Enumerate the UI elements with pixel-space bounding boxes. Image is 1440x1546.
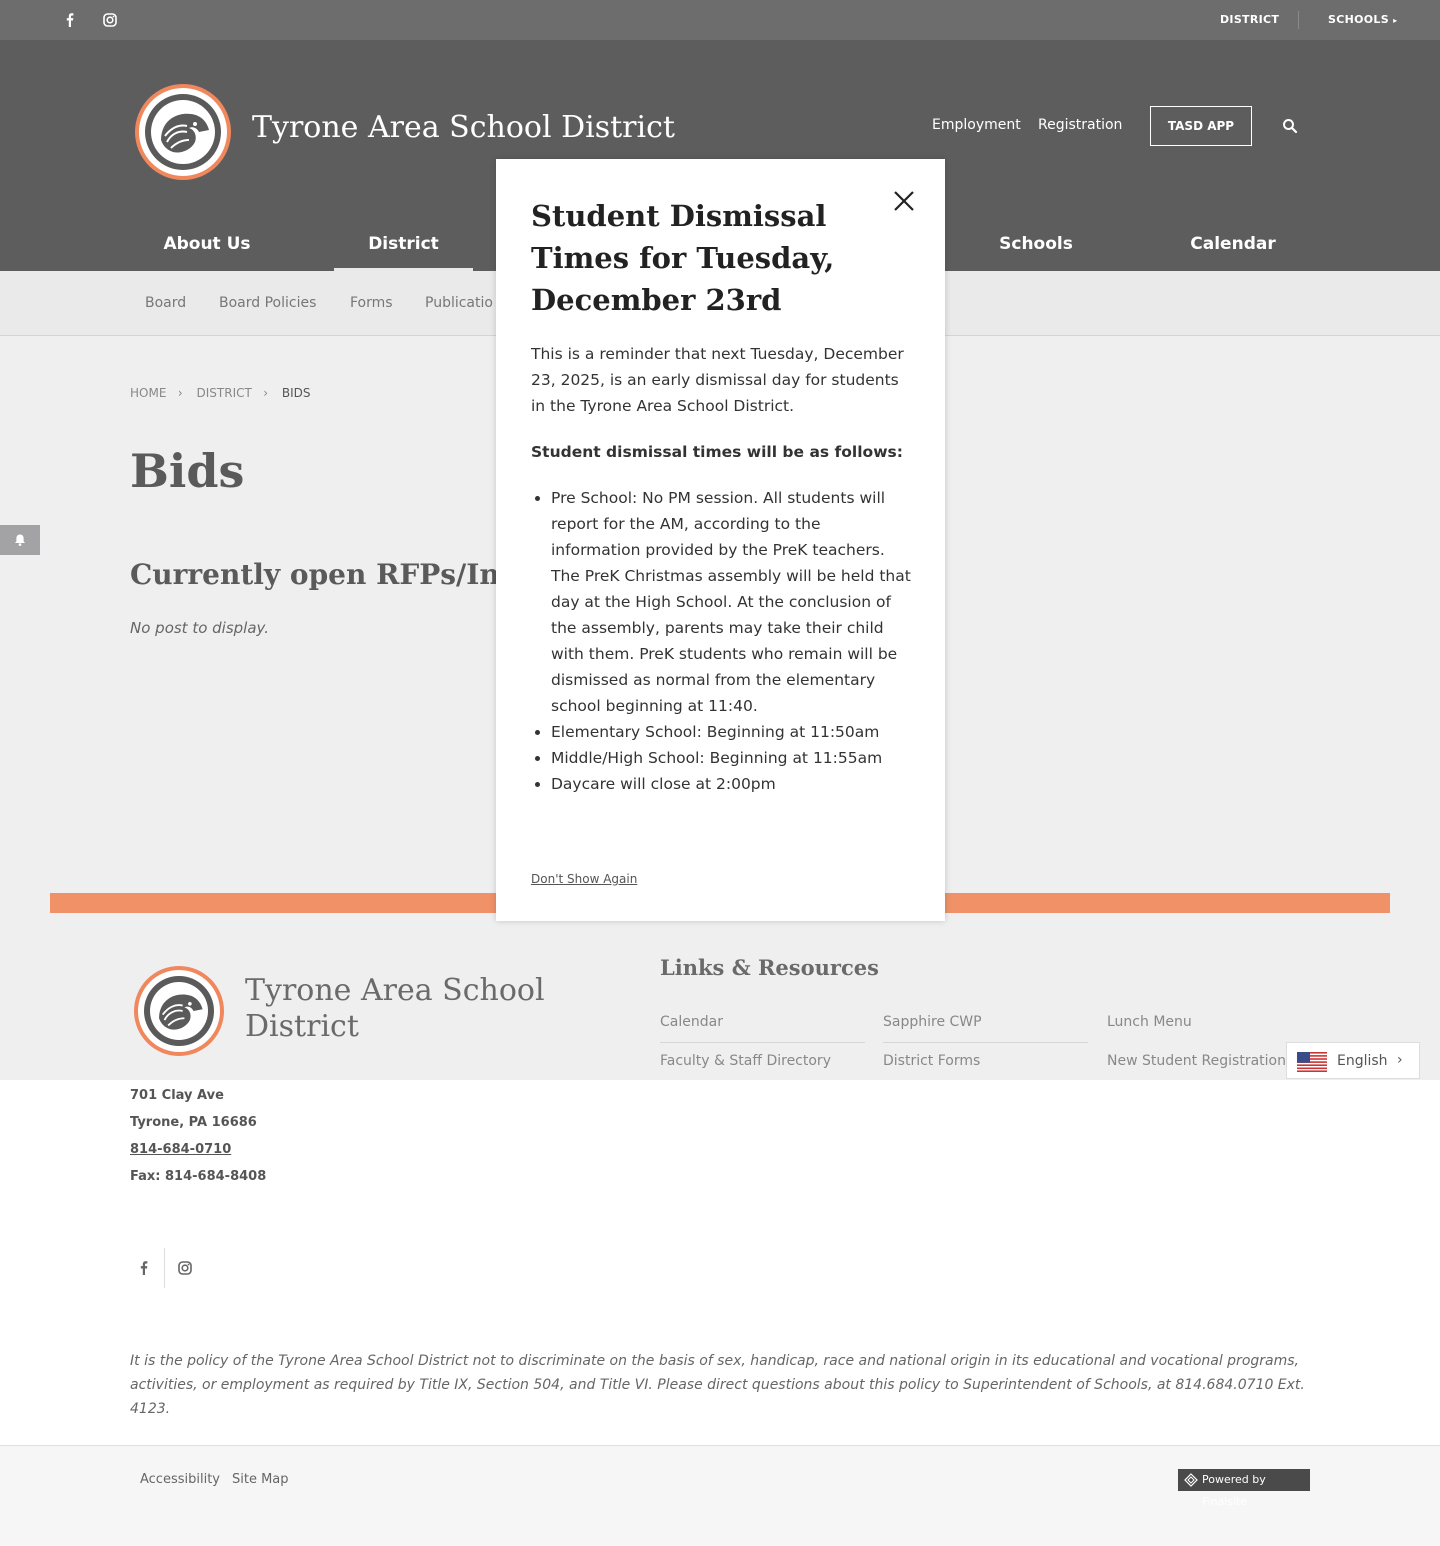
page-title: Bids [130, 444, 245, 498]
list-item: Pre School: No PM session. All students … [551, 485, 911, 719]
us-flag-icon [1297, 1052, 1327, 1072]
instagram-icon[interactable] [100, 10, 120, 30]
links-resources-heading: Links & Resources [660, 955, 879, 980]
utility-bar: DISTRICT SCHOOLS ▸ [0, 0, 1440, 40]
utility-schools-link[interactable]: SCHOOLS ▸ [1328, 13, 1397, 26]
modal-subheading: Student dismissal times will be as follo… [531, 443, 903, 461]
list-item: Middle/High School: Beginning at 11:55am [551, 745, 911, 771]
powered-by-finalsite-badge[interactable]: Powered by Finalsite [1178, 1469, 1310, 1508]
fax-number: Fax: 814-684-8408 [130, 1169, 267, 1184]
modal-intro: This is a reminder that next Tuesday, De… [531, 345, 904, 415]
footer-facebook-icon[interactable] [134, 1258, 154, 1278]
modal-body: This is a reminder that next Tuesday, De… [531, 341, 911, 797]
dismissal-alert-modal: Student Dismissal Times for Tuesday, Dec… [496, 159, 945, 921]
list-item: Elementary School: Beginning at 11:50am [551, 719, 911, 745]
utility-district-link[interactable]: DISTRICT [1220, 13, 1279, 26]
breadcrumb: HOME › DISTRICT › BIDS [130, 386, 319, 400]
empty-state-text: No post to display. [130, 619, 270, 637]
facebook-icon[interactable] [60, 10, 80, 30]
list-item: Daycare will close at 2:00pm [551, 771, 911, 797]
search-icon[interactable] [1282, 118, 1298, 134]
site-map-link[interactable]: Site Map [232, 1472, 289, 1487]
footer-link-lunch-menu[interactable]: Lunch Menu [1107, 1014, 1312, 1042]
footer-instagram-icon[interactable] [175, 1258, 195, 1278]
breadcrumb-district[interactable]: DISTRICT [197, 386, 252, 400]
tasd-app-button[interactable]: TASD APP [1150, 106, 1252, 146]
utility-divider [1298, 11, 1299, 29]
site-title[interactable]: Tyrone Area School District [252, 110, 675, 145]
employment-link[interactable]: Employment [932, 117, 1021, 133]
section-title: Currently open RFPs/Invi [130, 558, 527, 591]
footer-link-district-forms[interactable]: District Forms [883, 1053, 1088, 1081]
subnav-forms[interactable]: Forms [350, 295, 393, 311]
chevron-right-icon: › [1397, 1052, 1403, 1068]
phone-link[interactable]: 814-684-0710 [130, 1142, 231, 1157]
nav-district[interactable]: District [334, 224, 473, 271]
address-city: Tyrone, PA 16686 [130, 1115, 257, 1130]
registration-link[interactable]: Registration [1038, 117, 1122, 133]
dont-show-again-link[interactable]: Don't Show Again [531, 872, 637, 886]
schools-label: SCHOOLS [1328, 13, 1389, 26]
language-label: English [1337, 1053, 1388, 1069]
footer-link-directory[interactable]: Faculty & Staff Directory [660, 1053, 865, 1081]
footer-link-calendar[interactable]: Calendar [660, 1014, 865, 1043]
nav-schools[interactable]: Schools [966, 224, 1106, 271]
breadcrumb-home[interactable]: HOME [130, 386, 166, 400]
language-selector[interactable]: English › [1286, 1042, 1420, 1079]
bell-icon [13, 532, 27, 547]
breadcrumb-current: BIDS [281, 386, 311, 400]
finalsite-logo-icon [1184, 1473, 1198, 1487]
address-street: 701 Clay Ave [130, 1088, 224, 1103]
close-icon[interactable] [892, 189, 916, 213]
chevron-right-icon: › [255, 386, 269, 400]
nav-about-us[interactable]: About Us [137, 224, 277, 271]
notification-bell-button[interactable] [0, 525, 40, 555]
footer-site-title[interactable]: Tyrone Area School District [245, 973, 565, 1045]
subnav-board[interactable]: Board [145, 295, 186, 311]
footer-eagle-logo[interactable] [134, 966, 224, 1056]
subnav-publications[interactable]: Publicatio [425, 295, 493, 311]
footer-link-sapphire[interactable]: Sapphire CWP [883, 1014, 1088, 1043]
eagle-logo[interactable] [135, 84, 231, 180]
accessibility-link[interactable]: Accessibility [140, 1472, 220, 1487]
modal-title: Student Dismissal Times for Tuesday, Dec… [531, 199, 835, 317]
subnav-board-policies[interactable]: Board Policies [219, 295, 316, 311]
non-discrimination-policy: It is the policy of the Tyrone Area Scho… [130, 1353, 1305, 1417]
caret-right-icon: ▸ [1393, 16, 1398, 25]
chevron-right-icon: › [170, 386, 183, 400]
footer-link-new-student-registration[interactable]: New Student Registration [1107, 1053, 1287, 1081]
dismissal-times-list: Pre School: No PM session. All students … [531, 485, 911, 797]
social-divider [164, 1248, 165, 1288]
nav-calendar[interactable]: Calendar [1163, 224, 1303, 271]
